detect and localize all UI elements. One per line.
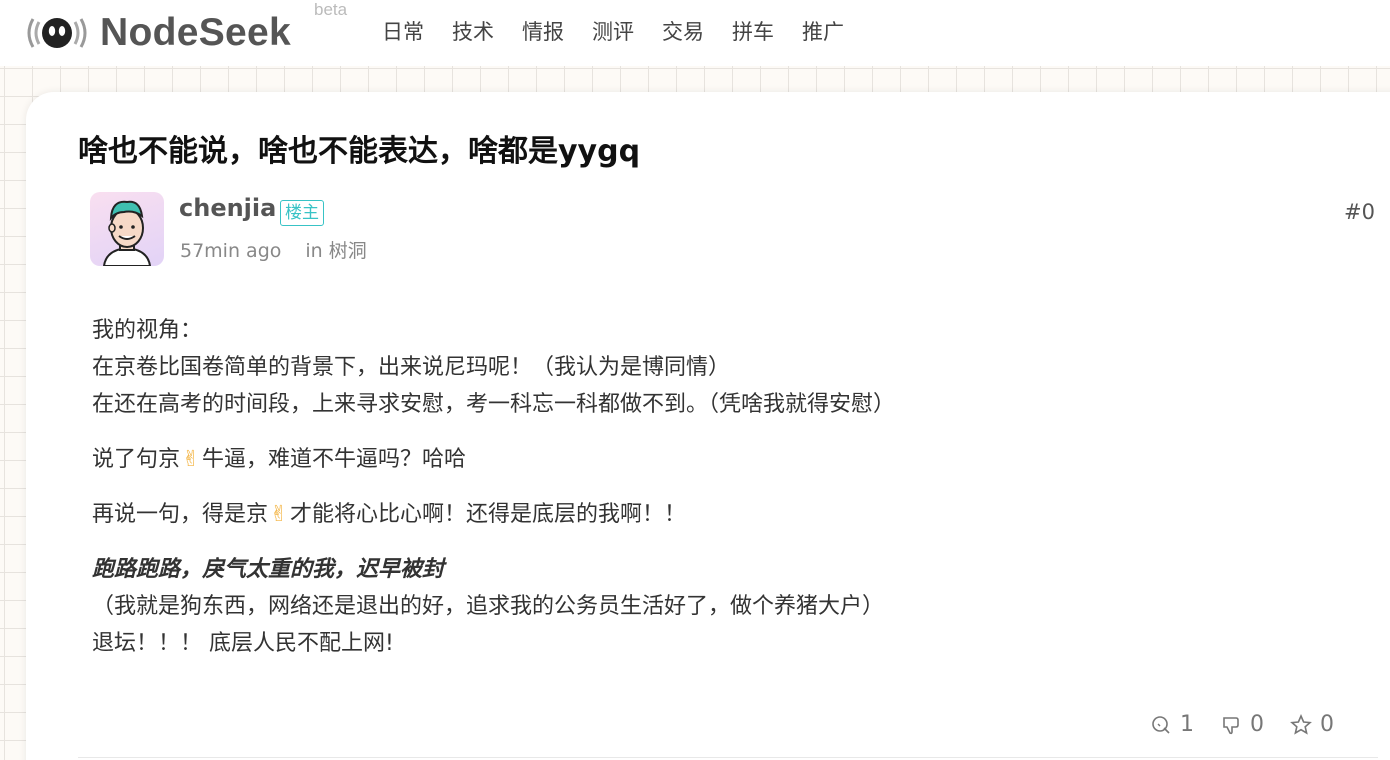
paragraph-3: 再说一句，得是京✌才能将心比心啊！还得是底层的我啊！！ xyxy=(92,496,1292,533)
content-text: 才能将心比心啊！还得是底层的我啊！！ xyxy=(290,502,687,527)
beta-label: beta xyxy=(314,0,348,19)
victory-hand-icon: ✌ xyxy=(181,447,201,472)
comment-count: 1 xyxy=(1180,712,1194,737)
content-line: 我的视角： xyxy=(92,318,203,343)
floor-number[interactable]: #0 xyxy=(1344,200,1375,224)
author-name[interactable]: chenjia xyxy=(179,194,276,222)
post-content: 我的视角： 在京卷比国卷简单的背景下，出来说尼玛呢！（我认为是博同情） 在还在高… xyxy=(92,312,1292,680)
main-nav: 日常 技术 情报 测评 交易 拼车 推广 xyxy=(368,16,858,46)
star-icon xyxy=(1290,713,1312,735)
victory-hand-icon: ✌ xyxy=(269,502,289,527)
nav-item-carpool[interactable]: 拼车 xyxy=(718,16,788,46)
star-button[interactable]: 0 xyxy=(1290,712,1334,737)
site-logo[interactable]: NodeSeek xyxy=(24,10,291,56)
dislike-icon xyxy=(1223,716,1239,734)
nav-item-promo[interactable]: 推广 xyxy=(788,16,858,46)
emphasis-text: 跑路跑路，戾气太重的我，迟早被封 xyxy=(92,557,445,582)
content-text: 牛逼，难道不牛逼吗？哈哈 xyxy=(202,447,467,472)
nav-item-review[interactable]: 测评 xyxy=(578,16,648,46)
content-line: 在还在高考的时间段，上来寻求安慰，考一科忘一科都做不到。（凭啥我就得安慰） xyxy=(92,392,896,417)
paragraph-4: 跑路跑路，戾气太重的我，迟早被封 （我就是狗东西，网络还是退出的好，追求我的公务… xyxy=(92,551,1292,662)
post-card: 啥也不能说，啥也不能表达，啥都是yygq chenjia 楼主 57min ag… xyxy=(26,92,1390,760)
paragraph-1: 我的视角： 在京卷比国卷简单的背景下，出来说尼玛呢！（我认为是博同情） 在还在高… xyxy=(92,312,1292,423)
op-badge: 楼主 xyxy=(280,200,324,226)
dislike-button[interactable]: 0 xyxy=(1220,712,1264,737)
dislike-count: 0 xyxy=(1250,712,1264,737)
post-actions: 1 0 0 xyxy=(1150,712,1360,737)
nav-item-trade[interactable]: 交易 xyxy=(648,16,718,46)
content-text: 说了句京 xyxy=(92,447,181,472)
comment-icon xyxy=(1152,715,1170,734)
logo-text: NodeSeek xyxy=(100,11,291,54)
post-time: 57min ago xyxy=(180,240,282,262)
post-title: 啥也不能说，啥也不能表达，啥都是yygq xyxy=(78,134,641,169)
content-line: 在京卷比国卷简单的背景下，出来说尼玛呢！（我认为是博同情） xyxy=(92,355,731,380)
comment-button[interactable]: 1 xyxy=(1150,712,1194,737)
paragraph-2: 说了句京✌牛逼，难道不牛逼吗？哈哈 xyxy=(92,441,1292,478)
post-meta: 57min ago in 树洞 xyxy=(180,236,367,263)
post-category[interactable]: in 树洞 xyxy=(305,240,366,262)
logo-icon xyxy=(24,11,90,55)
content-line: 退坛！！！ 底层人民不配上网! xyxy=(92,631,394,656)
content-line: （我就是狗东西，网络还是退出的好，追求我的公务员生活好了，做个养猪大户） xyxy=(92,594,885,619)
divider xyxy=(78,757,1378,758)
content-text: 再说一句，得是京 xyxy=(92,502,269,527)
star-count: 0 xyxy=(1320,712,1334,737)
nav-item-daily[interactable]: 日常 xyxy=(368,16,438,46)
top-bar: NodeSeek beta 日常 技术 情报 测评 交易 拼车 推广 xyxy=(0,0,1390,66)
nav-item-tech[interactable]: 技术 xyxy=(438,16,508,46)
avatar[interactable] xyxy=(90,192,164,266)
nav-item-info[interactable]: 情报 xyxy=(508,16,578,46)
